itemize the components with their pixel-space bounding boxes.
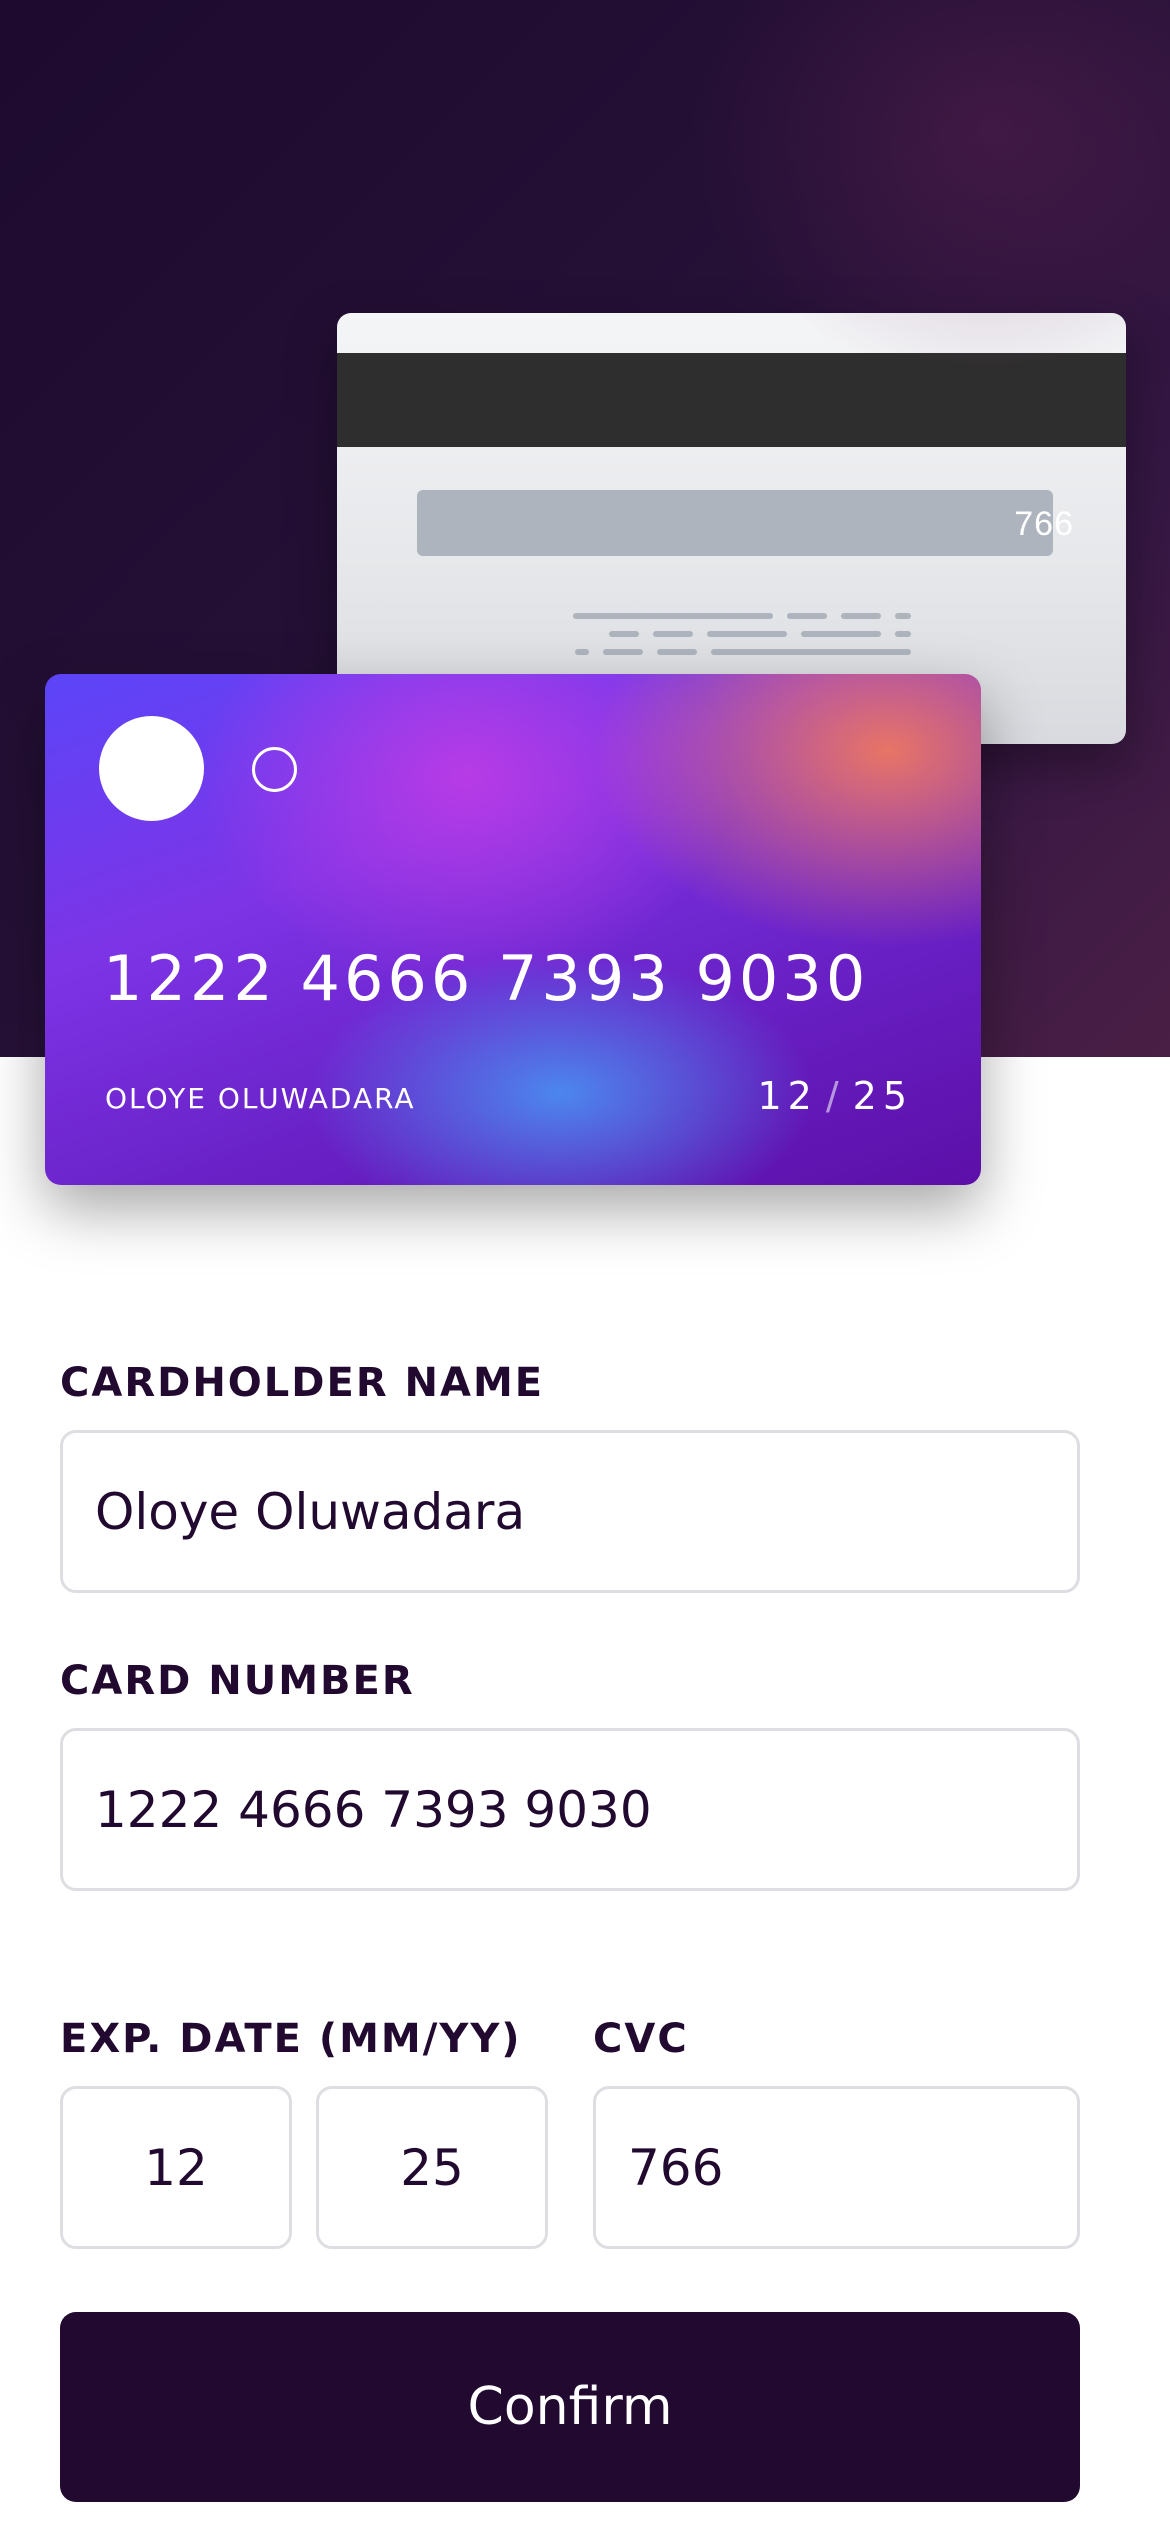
card-number-label: CARD NUMBER bbox=[60, 1658, 415, 1704]
card-front-expiry: 12 / 25 bbox=[757, 1074, 913, 1118]
cardholder-name-value: Oloye Oluwadara bbox=[95, 1482, 526, 1541]
cardholder-name-input[interactable]: Oloye Oluwadara bbox=[60, 1430, 1080, 1593]
card-front-exp-year: 25 bbox=[852, 1074, 913, 1118]
card-front-holder-name: OLOYE OLUWADARA bbox=[105, 1082, 416, 1115]
card-back-fine-print bbox=[571, 613, 911, 667]
card-front-number: 1222 4666 7393 9030 bbox=[103, 942, 870, 1015]
cvc-value: 766 bbox=[628, 2138, 724, 2197]
card-front-exp-separator: / bbox=[825, 1074, 845, 1118]
exp-month-input[interactable]: 12 bbox=[60, 2086, 292, 2249]
card-logo-outline-circle-icon bbox=[252, 747, 297, 792]
card-number-input[interactable]: 1222 4666 7393 9030 bbox=[60, 1728, 1080, 1891]
signature-strip bbox=[417, 490, 1053, 556]
exp-year-input[interactable]: 25 bbox=[316, 2086, 548, 2249]
exp-date-label: EXP. DATE (MM/YY) bbox=[60, 2016, 522, 2062]
card-front: 1222 4666 7393 9030 OLOYE OLUWADARA 12 /… bbox=[45, 674, 981, 1185]
cvc-input[interactable]: 766 bbox=[593, 2086, 1080, 2249]
card-front-exp-month: 12 bbox=[757, 1074, 818, 1118]
magnetic-stripe bbox=[337, 353, 1126, 447]
card-logo-filled-circle-icon bbox=[99, 716, 204, 821]
exp-year-value: 25 bbox=[400, 2138, 464, 2197]
card-number-value: 1222 4666 7393 9030 bbox=[95, 1780, 652, 1839]
confirm-button[interactable]: Confirm bbox=[60, 2312, 1080, 2502]
cvc-label: CVC bbox=[593, 2016, 689, 2062]
exp-month-value: 12 bbox=[144, 2138, 208, 2197]
cardholder-name-label: CARDHOLDER NAME bbox=[60, 1360, 545, 1406]
card-back-cvc: 766 bbox=[1014, 505, 1074, 543]
